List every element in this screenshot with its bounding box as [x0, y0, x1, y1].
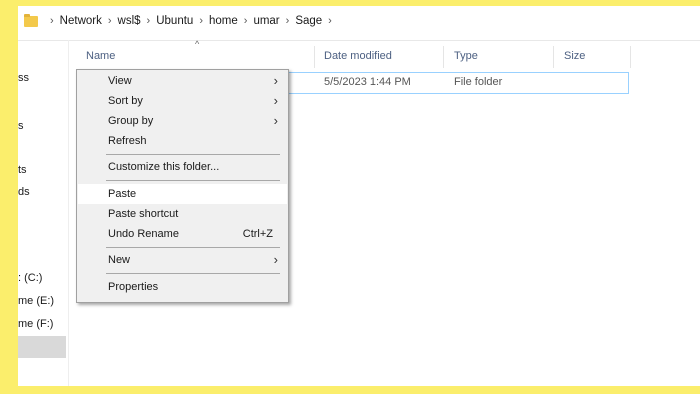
menu-item-label: Group by	[108, 115, 154, 127]
column-divider[interactable]	[553, 46, 554, 68]
nav-item[interactable]: ts	[18, 164, 27, 176]
file-row-selected[interactable]	[248, 72, 629, 94]
menu-item-label: Refresh	[108, 135, 147, 147]
chevron-right-icon: ›	[273, 73, 278, 88]
menu-item-paste[interactable]: Paste	[78, 184, 287, 204]
menu-item-undo-rename[interactable]: Undo Rename Ctrl+Z	[78, 224, 287, 244]
address-bar[interactable]: › Network › wsl$ › Ubuntu › home › umar …	[18, 6, 700, 41]
menu-item-label: View	[108, 75, 132, 87]
menu-separator	[106, 273, 280, 274]
file-date-modified: 5/5/2023 1:44 PM	[324, 76, 411, 88]
breadcrumb-network[interactable]: Network	[60, 15, 102, 27]
nav-item[interactable]: ds	[18, 186, 30, 198]
menu-item-view[interactable]: View ›	[78, 71, 287, 91]
menu-item-new[interactable]: New ›	[78, 250, 287, 270]
chevron-right-icon[interactable]: ›	[328, 15, 332, 27]
nav-item-selected[interactable]	[18, 336, 66, 358]
chevron-right-icon[interactable]: ›	[286, 15, 290, 27]
chevron-right-icon: ›	[273, 93, 278, 108]
menu-item-label: Paste	[108, 188, 137, 200]
menu-item-label: Undo Rename	[108, 228, 179, 240]
breadcrumb-sage[interactable]: Sage	[295, 15, 322, 27]
file-type: File folder	[454, 76, 503, 88]
chevron-right-icon[interactable]: ›	[244, 15, 248, 27]
column-header-name[interactable]: Name	[86, 50, 115, 62]
breadcrumb-home[interactable]: home	[209, 15, 238, 27]
menu-item-refresh[interactable]: Refresh	[78, 131, 287, 151]
column-divider[interactable]	[314, 46, 315, 68]
column-header-type[interactable]: Type	[454, 50, 478, 62]
chevron-right-icon[interactable]: ›	[147, 15, 151, 27]
menu-item-label: Paste shortcut	[108, 208, 179, 220]
nav-item[interactable]: s	[18, 120, 24, 132]
menu-item-label: Customize this folder...	[108, 161, 220, 173]
menu-item-shortcut: Ctrl+Z	[242, 228, 273, 240]
nav-item-drive-f[interactable]: me (F:)	[18, 318, 53, 330]
chevron-right-icon: ›	[50, 15, 54, 27]
nav-item-drive-e[interactable]: me (E:)	[18, 295, 54, 307]
chevron-right-icon: ›	[273, 113, 278, 128]
menu-item-label: New	[108, 254, 131, 266]
breadcrumb-umar[interactable]: umar	[253, 15, 279, 27]
sort-ascending-icon: ^	[195, 39, 200, 49]
menu-item-group-by[interactable]: Group by ›	[78, 111, 287, 131]
column-header-date-modified[interactable]: Date modified	[324, 50, 392, 62]
menu-separator	[106, 154, 280, 155]
breadcrumb-ubuntu[interactable]: Ubuntu	[156, 15, 193, 27]
column-divider[interactable]	[630, 46, 631, 68]
chevron-right-icon: ›	[273, 252, 278, 267]
menu-separator	[106, 180, 280, 181]
menu-separator	[106, 247, 280, 248]
menu-item-label: Properties	[108, 281, 159, 293]
menu-item-properties[interactable]: Properties	[78, 277, 287, 297]
menu-item-customize-folder[interactable]: Customize this folder...	[78, 157, 287, 177]
nav-item-drive-c[interactable]: : (C:)	[18, 272, 42, 284]
navigation-pane: ss s ts ds : (C:) me (E:) me (F:)	[18, 40, 69, 386]
menu-item-paste-shortcut[interactable]: Paste shortcut	[78, 204, 287, 224]
context-menu: View › Sort by › Group by › Refresh Cust…	[76, 69, 289, 303]
menu-item-label: Sort by	[108, 95, 143, 107]
breadcrumb: › Network › wsl$ › Ubuntu › home › umar …	[24, 13, 338, 27]
chevron-right-icon[interactable]: ›	[199, 15, 203, 27]
column-header-size[interactable]: Size	[564, 50, 585, 62]
folder-icon	[24, 13, 38, 27]
menu-item-sort-by[interactable]: Sort by ›	[78, 91, 287, 111]
chevron-right-icon[interactable]: ›	[108, 15, 112, 27]
breadcrumb-wsl[interactable]: wsl$	[118, 15, 141, 27]
column-divider[interactable]	[443, 46, 444, 68]
nav-item[interactable]: ss	[18, 72, 29, 84]
